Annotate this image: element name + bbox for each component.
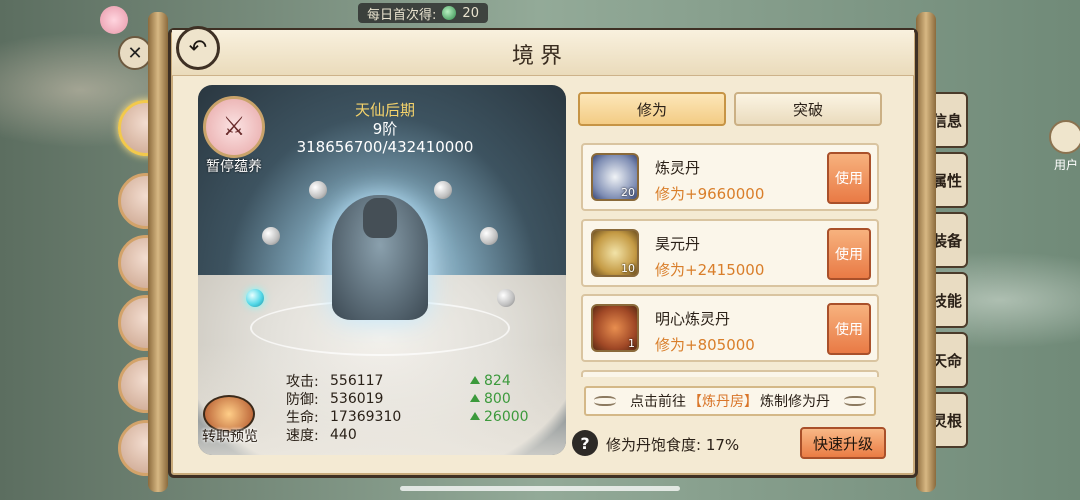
item-effect: 修为+2415000: [655, 261, 765, 279]
user-chip[interactable]: 用户: [1046, 120, 1080, 180]
stat-row-speed: 速度: 440: [286, 426, 529, 444]
stat-label: 速度:: [286, 428, 319, 444]
realm-name: 天仙后期: [354, 101, 415, 119]
user-avatar: [1049, 120, 1080, 154]
panel-title: 境界: [511, 44, 568, 69]
stat-label: 防御:: [286, 392, 319, 408]
item-name: 昊元丹: [655, 235, 701, 253]
alchemy-guide-bar[interactable]: 点击前往 【炼丹房】 炼制修为丹: [584, 386, 876, 416]
scroll-rod-right: [916, 12, 936, 492]
cloud-ornament-icon: [844, 396, 866, 406]
guide-prefix: 点击前往: [630, 394, 686, 410]
tab-cultivation[interactable]: 修为: [578, 92, 726, 126]
spirit-orb-active: [246, 289, 264, 307]
up-arrow-icon: [470, 376, 480, 384]
item-name: 明心炼灵丹: [655, 310, 731, 328]
pause-cultivate-label: 暂停蕴养: [206, 159, 262, 175]
side-tab-label: 天命: [931, 351, 962, 370]
stat-bonus: 824: [470, 373, 511, 389]
sword-cultivate-button[interactable]: ⚔: [203, 96, 265, 158]
list-item: 10 昊元丹 修为+2415000 使用: [581, 219, 879, 287]
spirit-pill-icon: 20: [591, 153, 639, 201]
side-tab-label: 属性: [931, 171, 962, 190]
up-arrow-icon: [470, 394, 480, 402]
side-tab-label: 灵根: [931, 411, 962, 430]
item-name: 炼灵丹: [655, 159, 701, 177]
item-count: 20: [621, 186, 635, 199]
daily-first-label: 每日首次得:: [367, 7, 437, 23]
back-arrow-icon: ↶: [188, 35, 208, 61]
gourd-pill-icon: 10: [591, 229, 639, 277]
pill-list[interactable]: 20 炼灵丹 修为+9660000 使用 10 昊元丹 修为+2415000 使…: [579, 139, 881, 377]
spirit-orb: [497, 289, 515, 307]
list-item: 20 炼灵丹 修为+9660000 使用: [581, 143, 879, 211]
side-tab-label: 信息: [931, 111, 962, 130]
stat-value: 440: [330, 427, 357, 443]
spirit-orb: [309, 181, 327, 199]
stat-row-hp: 生命: 17369310 26000: [286, 408, 529, 426]
stat-value: 17369310: [330, 409, 402, 425]
spirit-orb: [262, 227, 280, 245]
cloud-ornament-icon: [594, 396, 616, 406]
tab-breakthrough[interactable]: 突破: [734, 92, 882, 126]
spirit-orb: [480, 227, 498, 245]
realm-progress: 318656700/432410000: [296, 138, 474, 156]
user-label: 用户: [1053, 158, 1078, 172]
stat-row-defense: 防御: 536019 800: [286, 390, 529, 408]
item-effect: 修为+805000: [655, 336, 755, 354]
stat-label: 生命:: [286, 410, 319, 426]
stat-bonus: 26000: [470, 409, 529, 425]
use-button[interactable]: 使用: [827, 152, 871, 204]
item-count: 1: [628, 337, 635, 350]
back-button[interactable]: ↶: [176, 26, 220, 70]
stat-row-attack: 攻击: 556117 824: [286, 372, 529, 390]
cultivator-head: [363, 198, 397, 238]
crossed-swords-icon[interactable]: ✕: [118, 36, 152, 70]
daily-reward-counter: 每日首次得: 20: [358, 3, 488, 23]
satiety-value: 17%: [705, 436, 740, 454]
stat-value: 536019: [330, 391, 384, 407]
side-tab-label: 装备: [931, 231, 962, 250]
flower-icon[interactable]: [100, 6, 128, 34]
sword-icon: ⚔: [222, 112, 246, 142]
jade-gem-icon: [442, 6, 457, 20]
list-item: [581, 370, 879, 377]
stat-label: 攻击:: [286, 374, 319, 390]
scroll-rod-left: [148, 12, 168, 492]
use-button[interactable]: 使用: [827, 303, 871, 355]
side-tab-label: 技能: [931, 291, 962, 310]
use-button[interactable]: 使用: [827, 228, 871, 280]
realm-tier: 9阶: [372, 120, 398, 138]
item-effect: 修为+9660000: [655, 185, 765, 203]
heart-pill-icon: 1: [591, 304, 639, 352]
spirit-orb: [434, 181, 452, 199]
alchemy-room-link[interactable]: 【炼丹房】: [688, 391, 758, 411]
help-icon[interactable]: ?: [572, 430, 598, 456]
up-arrow-icon: [470, 412, 480, 420]
stat-value: 556117: [330, 373, 384, 389]
stats-block: 攻击: 556117 824 防御: 536019 800 生命: 173693…: [286, 372, 529, 444]
guide-suffix: 炼制修为丹: [760, 394, 830, 410]
quick-upgrade-button[interactable]: 快速升级: [800, 427, 886, 459]
item-count: 10: [621, 262, 635, 275]
list-item: 1 明心炼灵丹 修为+805000 使用: [581, 294, 879, 362]
home-indicator[interactable]: [400, 486, 680, 491]
daily-first-value: 20: [462, 5, 479, 21]
pill-satiety: 修为丹饱食度: 17%: [606, 434, 739, 455]
satiety-label: 修为丹饱食度:: [606, 436, 702, 454]
job-preview-label[interactable]: 转职预览: [195, 426, 265, 446]
stat-bonus: 800: [470, 391, 511, 407]
